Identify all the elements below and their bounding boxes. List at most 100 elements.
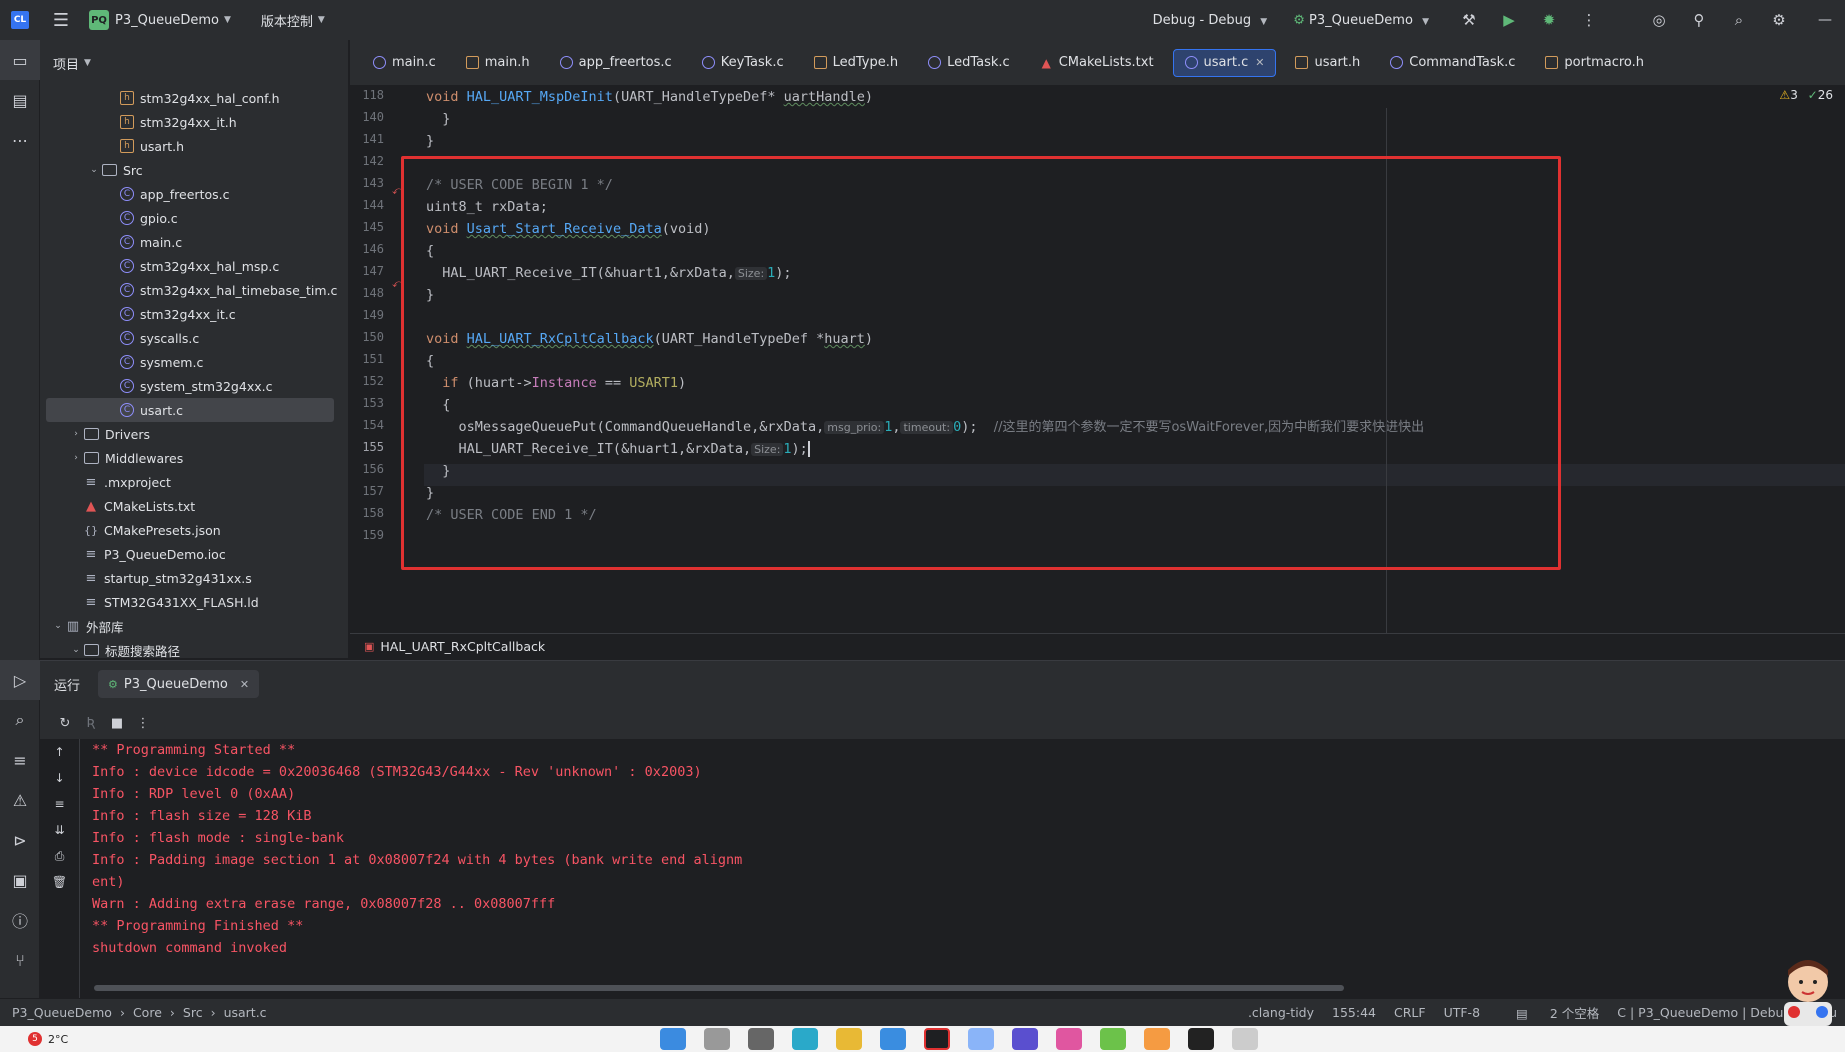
run-tool-icon[interactable]: ▷ xyxy=(0,660,40,700)
project-panel-header[interactable]: 项目 ▼ xyxy=(40,40,348,86)
tree-item[interactable]: Csystem_stm32g4xx.c xyxy=(40,374,340,398)
trash-icon[interactable]: 🗑 xyxy=(40,869,79,895)
chevron-down-icon[interactable]: ⌄ xyxy=(50,621,66,631)
editor-tab[interactable]: KeyTask.c xyxy=(691,49,795,77)
tree-item[interactable]: Cgpio.c xyxy=(40,206,340,230)
tree-item[interactable]: ⌄ 标题搜索路径 xyxy=(40,638,340,662)
editor-tab[interactable]: main.c xyxy=(362,49,447,77)
indent-setting[interactable]: ▤ 2 个空格 xyxy=(1498,1003,1599,1022)
editor-tab[interactable]: main.h xyxy=(455,49,541,77)
tree-item[interactable]: ≡ startup_stm32g431xx.s xyxy=(40,566,340,590)
tree-item[interactable]: h stm32g4xx_hal_conf.h xyxy=(40,86,340,110)
vcs-menu[interactable]: 版本控制 xyxy=(261,11,313,30)
notifications-icon[interactable]: ⓘ xyxy=(0,900,40,940)
editor-tab[interactable]: ▲ CMakeLists.txt xyxy=(1029,49,1165,77)
linter-status[interactable]: .clang-tidy xyxy=(1248,1005,1314,1020)
tree-item[interactable]: ≡ .mxproject xyxy=(40,470,340,494)
weather-widget[interactable]: 5 2°C xyxy=(28,1032,68,1046)
chevron-down-icon[interactable]: ⌄ xyxy=(86,165,102,175)
more-horizontal-icon[interactable]: ⋯ xyxy=(0,120,40,160)
ai-assistant-icon[interactable]: ◎ xyxy=(1645,6,1673,34)
editor-tab[interactable]: usart.c ✕ xyxy=(1172,48,1277,77)
tree-item[interactable]: Csyscalls.c xyxy=(40,326,340,350)
editor-tab[interactable]: app_freertos.c xyxy=(549,49,683,77)
soft-wrap-icon[interactable]: ≡ xyxy=(40,791,79,817)
app-icon[interactable] xyxy=(1232,1028,1258,1050)
add-user-icon[interactable]: ⚲ xyxy=(1685,6,1713,34)
tree-item[interactable]: Cstm32g4xx_hal_timebase_tim.c xyxy=(40,278,340,302)
build-hammer-icon[interactable]: ⚒ xyxy=(1455,6,1483,34)
print-icon[interactable]: ⎙ xyxy=(40,843,79,869)
search-icon[interactable] xyxy=(704,1028,730,1050)
minimize-button[interactable]: — xyxy=(1805,12,1845,28)
todo-icon[interactable]: ≡ xyxy=(0,740,40,780)
console-hscrollbar[interactable] xyxy=(94,985,1344,991)
rerun-failed-icon[interactable]: Ʀ xyxy=(80,716,102,731)
git-branch-icon[interactable]: ⑂ xyxy=(0,940,40,980)
status-crumb[interactable]: P3_QueueDemo xyxy=(12,1005,112,1020)
tree-item[interactable]: Cusart.c xyxy=(46,398,334,422)
chevron-down-icon[interactable]: ▼ xyxy=(224,15,231,25)
tree-item[interactable]: Cstm32g4xx_it.c xyxy=(40,302,340,326)
explorer-icon[interactable] xyxy=(836,1028,862,1050)
editor-tab[interactable]: CommandTask.c xyxy=(1379,49,1526,77)
tree-item[interactable]: Capp_freertos.c xyxy=(40,182,340,206)
stop-icon[interactable]: ■ xyxy=(106,716,128,731)
file-encoding[interactable]: UTF-8 xyxy=(1444,1005,1480,1020)
hamburger-menu-icon[interactable]: ☰ xyxy=(51,10,71,31)
structure-icon[interactable]: ▤ xyxy=(0,80,40,120)
app-icon[interactable] xyxy=(1188,1028,1214,1050)
edge-icon[interactable] xyxy=(792,1028,818,1050)
taskview-icon[interactable] xyxy=(748,1028,774,1050)
tree-item[interactable]: › Middlewares xyxy=(40,446,340,470)
scroll-to-end-icon[interactable]: ⇊ xyxy=(40,817,79,843)
chevron-right-icon[interactable]: › xyxy=(68,429,84,439)
more-vertical-icon[interactable]: ⋮ xyxy=(1575,6,1603,34)
scroll-up-icon[interactable]: ↑ xyxy=(40,739,79,765)
caret-position[interactable]: 155:44 xyxy=(1332,1005,1376,1020)
status-crumb[interactable]: Src xyxy=(183,1005,203,1020)
rerun-icon[interactable]: ↻ xyxy=(54,716,76,731)
app-icon[interactable] xyxy=(1144,1028,1170,1050)
services-icon[interactable]: ⊳ xyxy=(0,820,40,860)
tree-item[interactable]: Cstm32g4xx_hal_msp.c xyxy=(40,254,340,278)
chevron-right-icon[interactable]: › xyxy=(68,453,84,463)
clion-taskbar-icon[interactable] xyxy=(924,1028,950,1050)
tree-item[interactable]: ≡ STM32G431XX_FLASH.ld xyxy=(40,590,340,614)
close-icon[interactable]: ✕ xyxy=(1255,56,1264,69)
status-crumb[interactable]: usart.c xyxy=(224,1005,267,1020)
tree-item[interactable]: Csysmem.c xyxy=(40,350,340,374)
terminal-icon[interactable]: ▣ xyxy=(0,860,40,900)
problems-icon[interactable]: ⚠ xyxy=(0,780,40,820)
tree-item[interactable]: ▲ CMakeLists.txt xyxy=(40,494,340,518)
more-vertical-icon[interactable]: ⋮ xyxy=(132,716,154,731)
tree-item[interactable]: Cmain.c xyxy=(40,230,340,254)
editor-tab[interactable]: usart.h xyxy=(1284,49,1371,77)
run-config-selector[interactable]: Debug - Debug ▼ xyxy=(1153,13,1268,28)
chevron-down-icon[interactable]: ⌄ xyxy=(68,645,84,655)
tree-item[interactable]: ⌄ Src xyxy=(40,158,340,182)
tree-item[interactable]: ≡ P3_QueueDemo.ioc xyxy=(40,542,340,566)
search-icon[interactable]: ⌕ xyxy=(1725,6,1753,34)
close-icon[interactable]: ✕ xyxy=(240,678,249,691)
debug-bug-icon[interactable]: ✹ xyxy=(1535,6,1563,34)
store-icon[interactable] xyxy=(880,1028,906,1050)
line-separator[interactable]: CRLF xyxy=(1394,1005,1426,1020)
tree-item[interactable]: ⌄ ▥ 外部库 xyxy=(40,614,340,638)
status-crumb[interactable]: Core xyxy=(133,1005,162,1020)
target-selector[interactable]: ⚙ P3_QueueDemo ▼ xyxy=(1293,13,1429,28)
chevron-down-icon[interactable]: ▼ xyxy=(318,15,325,25)
chevron-down-icon[interactable]: ▼ xyxy=(84,58,91,68)
project-switcher[interactable]: P3_QueueDemo xyxy=(115,13,219,28)
app-icon[interactable] xyxy=(968,1028,994,1050)
editor-breadcrumb[interactable]: ▣ HAL_UART_RxCpltCallback xyxy=(350,633,1845,658)
gear-icon[interactable]: ⚙ xyxy=(1765,6,1793,34)
tree-item[interactable]: h stm32g4xx_it.h xyxy=(40,110,340,134)
app-icon[interactable] xyxy=(1056,1028,1082,1050)
run-tab[interactable]: ⚙ P3_QueueDemo ✕ xyxy=(98,670,260,698)
tree-item[interactable]: › Drivers xyxy=(40,422,340,446)
tree-item[interactable]: h usart.h xyxy=(40,134,340,158)
run-icon[interactable]: ▶ xyxy=(1495,6,1523,34)
project-folder-icon[interactable]: ▭ xyxy=(0,40,40,80)
editor-tab[interactable]: LedTask.c xyxy=(917,49,1021,77)
